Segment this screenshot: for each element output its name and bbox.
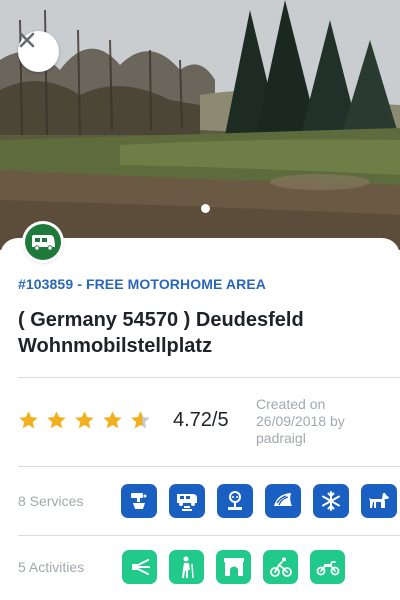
shower-icon[interactable] [265, 484, 301, 518]
photo-scene [0, 0, 400, 250]
divider [18, 535, 400, 536]
place-id-category: #103859 - FREE MOTORHOME AREA [18, 276, 266, 292]
place-type-badge [22, 221, 64, 263]
star-icon [75, 411, 94, 429]
divider [18, 377, 400, 378]
carousel-dot-active[interactable] [201, 204, 210, 213]
divider [18, 466, 400, 467]
winter-icon[interactable] [313, 484, 349, 518]
monument-icon[interactable] [216, 550, 251, 584]
rating-value: 4.72/5 [173, 409, 229, 431]
place-detail-screen: #103859 - FREE MOTORHOME AREA ( Germany … [0, 0, 400, 600]
motorhome-icon [32, 235, 55, 251]
created-info: Created on 26/09/2018 by padraigl [256, 396, 345, 446]
close-button[interactable] [18, 31, 59, 72]
activities-label: 5 Activities [18, 559, 85, 575]
electricity-icon[interactable] [217, 484, 253, 518]
rating-stars [18, 410, 151, 431]
hiking-icon[interactable] [169, 550, 204, 584]
place-photo[interactable] [0, 0, 400, 250]
pets-allowed-icon[interactable] [361, 484, 397, 518]
star-half-icon [131, 411, 150, 429]
star-icon [103, 411, 122, 429]
drinking-water-icon[interactable] [121, 484, 157, 518]
rating-row: 4.72/5 [18, 409, 229, 432]
motorhome-badge [25, 224, 61, 260]
close-icon [19, 32, 35, 48]
place-title: ( Germany 54570 ) Deudesfeld Wohnmobilst… [18, 309, 304, 357]
motorbike-icon[interactable] [310, 550, 345, 584]
activities-icons [122, 550, 345, 584]
services-label: 8 Services [18, 493, 84, 509]
star-icon [19, 411, 38, 429]
cycling-icon[interactable] [263, 550, 298, 584]
motorhome-drain-icon[interactable] [169, 484, 205, 518]
star-icon [47, 411, 66, 429]
viewpoint-icon[interactable] [122, 550, 157, 584]
services-icons [121, 484, 397, 518]
